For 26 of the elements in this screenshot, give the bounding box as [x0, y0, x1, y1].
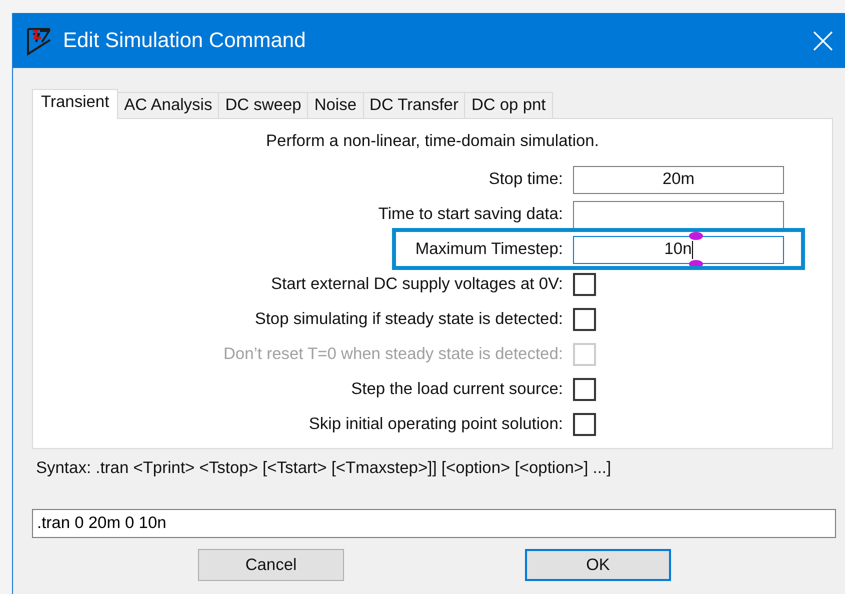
checkbox-label: Skip initial operating point solution: [308, 415, 564, 434]
window-title: Edit Simulation Command [63, 28, 307, 52]
checkbox[interactable] [573, 273, 596, 296]
command-field[interactable]: .tran 0 20m 0 10n [32, 509, 836, 538]
field-label: Time to start saving data: [377, 205, 564, 224]
checkbox-label: Step the load current source: [350, 380, 564, 399]
logo-icon [25, 26, 53, 56]
input-field[interactable]: 10n [573, 236, 784, 264]
checkbox[interactable] [573, 413, 596, 436]
description-text: Perform a non-linear, time-domain simulation. [265, 131, 600, 152]
checkbox[interactable] [573, 378, 596, 401]
close-icon[interactable] [813, 30, 833, 50]
input-field[interactable]: 20m [573, 166, 784, 194]
field-label: Maximum Timestep: [414, 240, 564, 259]
input-field[interactable] [573, 200, 784, 228]
checkbox-label: Start external DC supply voltages at 0V: [270, 275, 564, 294]
tab[interactable]: DC op pnt [464, 92, 553, 118]
text-cursor [692, 240, 693, 258]
checkbox-label: Stop simulating if steady state is detected: [254, 310, 564, 329]
checkbox[interactable] [573, 308, 596, 331]
tab[interactable]: Transient [32, 89, 118, 119]
syntax-text: Syntax: .tran <Tprint> <Tstop> [<Tstart> [<Tmaxstep>]] [<option> [<option>] ...] [35, 458, 612, 479]
field-label: Stop time: [488, 170, 564, 189]
cancel-button[interactable]: Cancel [198, 549, 344, 581]
checkbox-label: Don’t reset T=0 when steady state is detected: [222, 345, 564, 364]
ok-button[interactable]: OK [525, 549, 671, 581]
